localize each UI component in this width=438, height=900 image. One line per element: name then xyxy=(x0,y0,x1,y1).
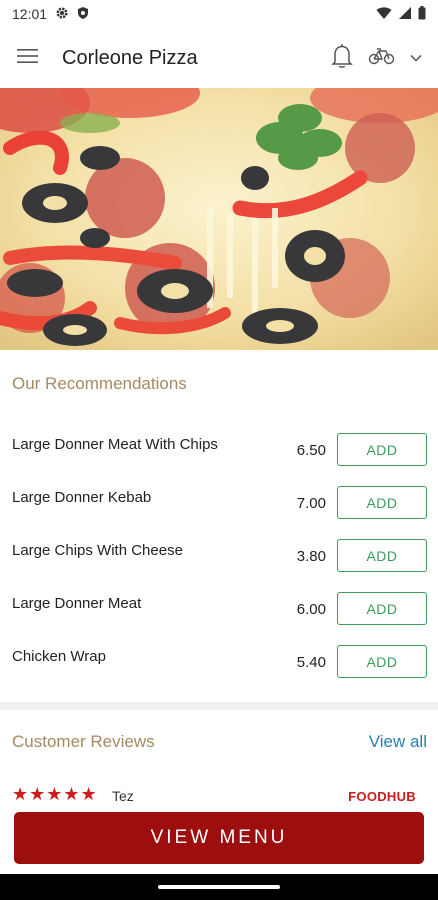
item-price: 5.40 xyxy=(296,654,326,671)
item-name: Large Donner Kebab xyxy=(12,489,152,506)
menu-icon[interactable] xyxy=(16,47,40,70)
add-button[interactable]: ADD xyxy=(337,645,427,678)
recommendations-title: Our Recommendations xyxy=(12,374,187,393)
section-divider xyxy=(0,702,438,710)
restaurant-title: Corleone Pizza xyxy=(62,46,198,69)
reviewer-name: Tez xyxy=(112,788,134,804)
bell-icon[interactable] xyxy=(330,43,354,74)
shield-icon xyxy=(77,6,89,23)
system-nav-bar xyxy=(0,874,438,900)
add-button[interactable]: ADD xyxy=(337,592,427,625)
item-name: Large Chips With Cheese xyxy=(12,542,183,559)
item-price: 3.80 xyxy=(296,548,326,565)
item-name: Large Donner Meat With Chips xyxy=(12,436,218,453)
view-menu-button[interactable]: VIEW MENU xyxy=(14,812,424,864)
home-gesture-handle[interactable] xyxy=(158,885,280,889)
review-source-logo: FOODHUB xyxy=(348,789,416,804)
add-button[interactable]: ADD xyxy=(337,433,427,466)
status-bar: 12:01 xyxy=(0,0,438,28)
signal-icon xyxy=(398,6,412,23)
recommendation-item: Chicken Wrap 5.40 ADD xyxy=(0,645,438,685)
recommendations-section: Our Recommendations Large Donner Meat Wi… xyxy=(0,350,438,702)
star-rating: ★★★★★ xyxy=(12,784,98,804)
gear-icon xyxy=(55,6,69,23)
battery-icon xyxy=(418,5,426,23)
recommendation-item: Large Chips With Cheese 3.80 ADD xyxy=(0,539,438,579)
item-name: Chicken Wrap xyxy=(12,648,106,665)
chevron-down-icon[interactable] xyxy=(410,49,422,67)
status-time: 12:01 xyxy=(12,6,48,22)
recommendation-item: Large Donner Kebab 7.00 ADD xyxy=(0,486,438,526)
app-bar: Corleone Pizza xyxy=(0,28,438,88)
add-button[interactable]: ADD xyxy=(337,486,427,519)
add-button[interactable]: ADD xyxy=(337,539,427,572)
bicycle-icon[interactable] xyxy=(368,46,396,71)
reviews-title: Customer Reviews xyxy=(12,732,155,751)
hero-pizza-image xyxy=(0,88,438,350)
customer-reviews-section: Customer Reviews View all ★★★★★ Tez FOOD… xyxy=(0,710,438,810)
wifi-icon xyxy=(376,6,392,23)
item-price: 7.00 xyxy=(296,495,326,512)
recommendation-item: Large Donner Meat With Chips 6.50 ADD xyxy=(0,433,438,473)
item-name: Large Donner Meat xyxy=(12,595,142,612)
recommendation-item: Large Donner Meat 6.00 ADD xyxy=(0,592,438,632)
item-price: 6.00 xyxy=(296,601,326,618)
item-price: 6.50 xyxy=(296,442,326,459)
view-all-link[interactable]: View all xyxy=(369,732,427,752)
